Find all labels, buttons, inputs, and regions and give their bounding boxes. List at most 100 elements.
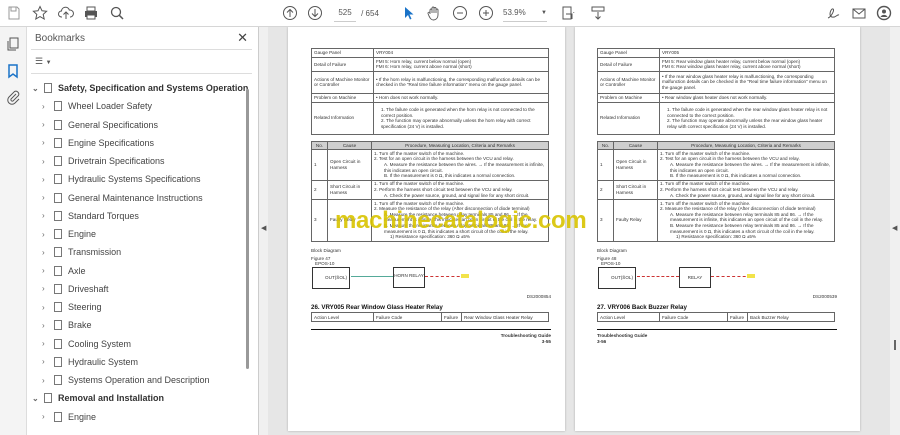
bookmarks-panel: Bookmarks ✕ ☰ ▼ ⌄ Safety, Specification a… xyxy=(27,27,259,435)
relay-box: HORN RELAY xyxy=(393,267,425,289)
next-page-icon[interactable] xyxy=(306,4,324,22)
wire xyxy=(425,276,465,278)
bookmark-item[interactable]: › Brake xyxy=(42,317,92,333)
upload-cloud-icon[interactable] xyxy=(57,4,75,22)
hand-tool-icon[interactable] xyxy=(425,4,443,22)
scroll-mode-icon[interactable] xyxy=(589,4,607,22)
fuse-marker xyxy=(747,274,755,279)
panel-scrollbar[interactable] xyxy=(246,89,249,369)
page-number-input[interactable]: 525 xyxy=(334,4,356,22)
bookmark-label: General Specifications xyxy=(68,119,159,130)
bookmark-item[interactable]: › General Specifications xyxy=(42,117,158,133)
row-number: 3 xyxy=(311,198,328,242)
bookmark-item[interactable]: › Standard Torques xyxy=(42,208,139,224)
save-icon[interactable] xyxy=(6,4,22,22)
select-cursor-icon[interactable] xyxy=(400,4,416,22)
chevron-down-icon[interactable]: ⌄ xyxy=(32,394,42,403)
table-row: Actions of Machine Monitor or Controller… xyxy=(597,70,835,94)
row-number: 2 xyxy=(311,179,328,200)
procedure-step: B. If the measurement is 0 Ω, this indic… xyxy=(670,173,802,179)
chevron-right-icon[interactable]: › xyxy=(42,102,52,111)
relay-box: RELAY xyxy=(679,267,711,289)
table-row: 2 Short Circuit in Harness 1. Turn off the… xyxy=(311,179,549,200)
bookmark-item[interactable]: › Wheel Loader Safety xyxy=(42,98,152,114)
next-cell: Rear Window Glass Heater Relay xyxy=(461,312,549,323)
bookmark-item[interactable]: › Cooling System xyxy=(42,336,131,352)
chevron-right-icon[interactable]: › xyxy=(42,412,52,421)
bookmark-item[interactable]: › Systems Operation and Description xyxy=(42,372,210,388)
wire xyxy=(711,276,751,278)
bookmark-label: Transmission xyxy=(68,247,122,258)
info-label: Related Information xyxy=(597,101,660,135)
column-header: Procedure, Measuring Location, Criteria … xyxy=(657,140,835,150)
star-icon[interactable] xyxy=(31,4,49,22)
bookmark-item[interactable]: › Steering xyxy=(42,299,102,315)
chevron-right-icon[interactable]: › xyxy=(42,303,52,312)
chevron-right-icon[interactable]: › xyxy=(42,357,52,366)
bookmark-item[interactable]: › Hydraulic Systems Specifications xyxy=(42,171,201,187)
attachments-icon[interactable] xyxy=(5,89,21,105)
chevron-right-icon[interactable]: › xyxy=(42,138,52,147)
row-cause: Faulty Relay xyxy=(613,198,658,242)
chevron-right-icon[interactable]: › xyxy=(42,157,52,166)
expand-panel-icon[interactable]: ◀ xyxy=(892,224,897,232)
page-fit-icon[interactable] xyxy=(558,4,578,22)
bookmark-item[interactable]: ⌄ Removal and Installation xyxy=(32,390,164,406)
zoom-level-select[interactable]: 53.9% ▼ xyxy=(503,4,547,22)
chevron-right-icon[interactable]: › xyxy=(42,266,52,275)
chevron-right-icon[interactable]: › xyxy=(42,175,52,184)
bookmark-item[interactable]: ⌄ Safety, Specification and Systems Opera… xyxy=(32,80,248,96)
bookmark-icon xyxy=(54,411,62,422)
chevron-right-icon[interactable]: › xyxy=(42,230,52,239)
print-icon[interactable] xyxy=(82,4,100,22)
procedure-step: A. Measure the resistance between the wi… xyxy=(384,161,545,173)
bookmark-icon xyxy=(54,302,62,312)
bookmark-item[interactable]: › Transmission xyxy=(42,244,121,260)
page-thumbnails-icon[interactable] xyxy=(5,36,21,52)
bookmark-item[interactable]: › Engine xyxy=(42,226,96,242)
bookmarks-icon[interactable] xyxy=(5,63,21,79)
search-icon[interactable] xyxy=(108,4,126,22)
panel-splitter[interactable]: ◀ xyxy=(259,27,268,435)
collapse-panel-icon[interactable]: ◀ xyxy=(261,224,266,232)
chevron-right-icon[interactable]: › xyxy=(42,284,52,293)
bookmark-item[interactable]: › Hydraulic System xyxy=(42,354,138,370)
account-icon[interactable] xyxy=(875,4,893,22)
zoom-in-icon[interactable] xyxy=(477,4,495,22)
controller-box: OUT(ŠOL) xyxy=(312,267,350,290)
bookmark-item[interactable]: › Driveshaft xyxy=(42,281,109,297)
chevron-right-icon[interactable]: › xyxy=(42,321,52,330)
previous-page-icon[interactable] xyxy=(281,4,299,22)
bookmark-item[interactable]: › Drivetrain Specifications xyxy=(42,153,165,169)
close-icon[interactable]: ✕ xyxy=(237,30,248,46)
chevron-right-icon[interactable]: › xyxy=(42,376,52,385)
document-scrollbar[interactable]: ◀ xyxy=(890,27,900,435)
chevron-right-icon[interactable]: › xyxy=(42,120,52,129)
chevron-right-icon[interactable]: › xyxy=(42,248,52,257)
bookmark-options-button[interactable]: ☰ ▼ xyxy=(35,56,52,67)
bookmark-item[interactable]: › Engine Specifications xyxy=(42,135,154,151)
chevron-right-icon[interactable]: › xyxy=(42,339,52,348)
sign-icon[interactable] xyxy=(824,4,842,22)
procedure-step: 1) Resistance specification: 360 Ω ±5% xyxy=(676,234,757,240)
block-diagram: OUT(ŠOL) HORN RELAY xyxy=(311,266,551,290)
row-number: 3 xyxy=(597,198,614,242)
bookmark-item[interactable]: › General Maintenance Instructions xyxy=(42,190,203,206)
email-icon[interactable] xyxy=(850,4,868,22)
info-value: • If the horn relay is malfunctioning, t… xyxy=(373,70,549,94)
column-header: No. xyxy=(597,140,614,150)
bookmark-item[interactable]: › Axle xyxy=(42,263,86,279)
zoom-out-icon[interactable] xyxy=(451,4,469,22)
failure-info-table: Gauge Panel VRY004 Detail of Failure FMI 5:… xyxy=(311,48,549,135)
bookmark-item[interactable]: › Engine xyxy=(42,409,96,425)
info-line: • Horn does not work normally. xyxy=(376,94,439,100)
divider xyxy=(31,49,252,50)
chevron-down-icon[interactable]: ⌄ xyxy=(32,84,42,93)
next-cell: Failure xyxy=(441,312,462,323)
chevron-right-icon[interactable]: › xyxy=(42,211,52,220)
chevron-right-icon[interactable]: › xyxy=(42,193,52,202)
info-line: • If the horn relay is malfunctioning, t… xyxy=(376,76,541,88)
page-total: / 654 xyxy=(361,8,379,18)
info-label: Actions of Machine Monitor or Controller xyxy=(311,70,374,94)
scroll-thumb[interactable] xyxy=(894,340,896,350)
